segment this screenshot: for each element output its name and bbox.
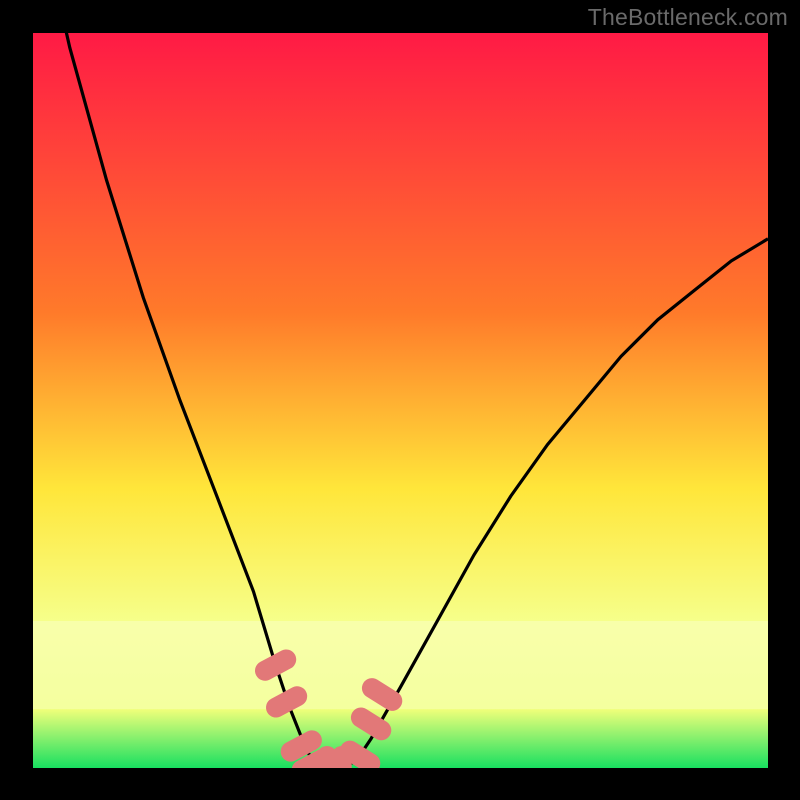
- watermark-text: TheBottleneck.com: [588, 4, 788, 31]
- plot-svg: [33, 33, 768, 768]
- plot-area: [33, 33, 768, 768]
- chart-frame: TheBottleneck.com: [0, 0, 800, 800]
